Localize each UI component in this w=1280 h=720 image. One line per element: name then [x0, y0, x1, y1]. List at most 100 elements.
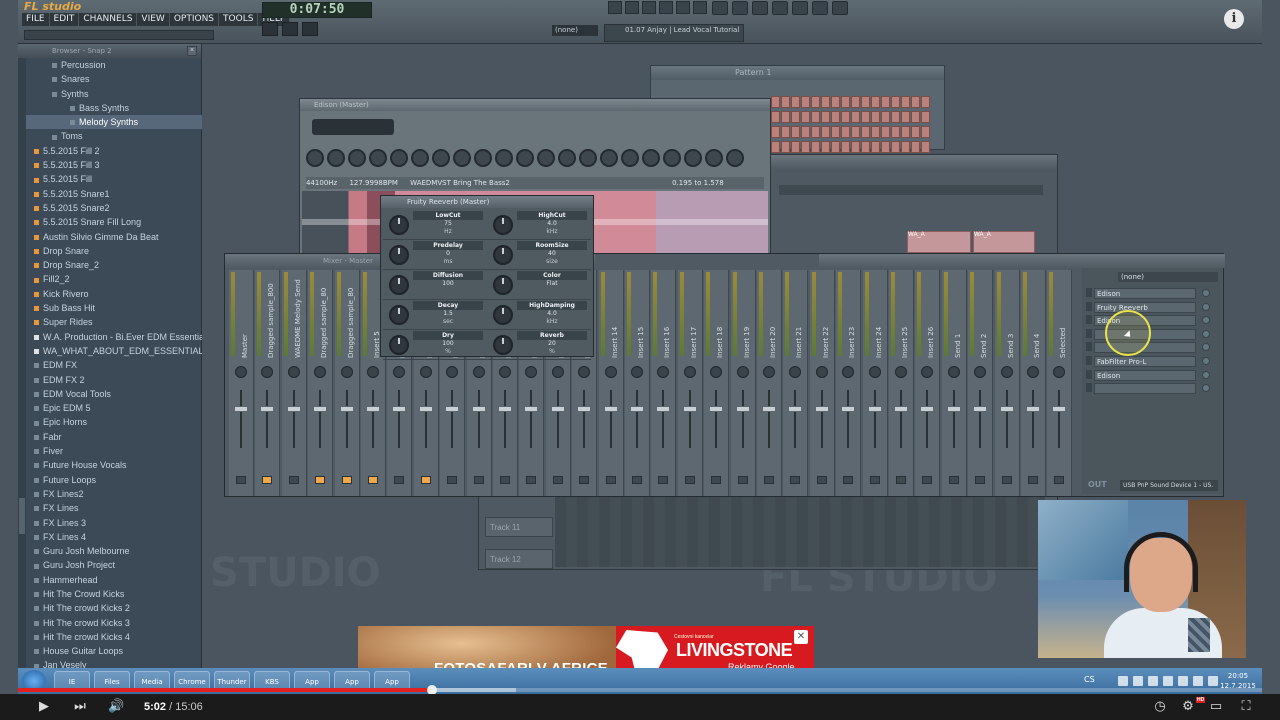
scroll-thumb[interactable] [19, 498, 25, 534]
browser-item[interactable]: Hit The crowd Kicks 3 [26, 616, 202, 630]
step-button[interactable] [851, 141, 860, 153]
volume-fader-track[interactable] [504, 390, 506, 448]
browser-item[interactable]: Future Loops [26, 473, 202, 487]
step-button[interactable] [831, 126, 840, 138]
browser-item[interactable]: EDM FX 2 [26, 373, 202, 387]
step-button[interactable] [861, 111, 870, 123]
browser-item[interactable]: Epic EDM 5 [26, 401, 202, 415]
pan-knob[interactable] [842, 366, 854, 378]
track-header[interactable]: Track 12 [485, 549, 553, 569]
mixer-strip[interactable]: Master [229, 270, 254, 496]
mixer-strip[interactable]: Selected [1047, 270, 1072, 496]
edison-tool-icon[interactable] [600, 149, 618, 167]
pan-knob[interactable] [974, 366, 986, 378]
route-button[interactable] [922, 476, 932, 484]
volume-fader-track[interactable] [636, 390, 638, 448]
insert-slot[interactable]: FabFilter Pro-L [1094, 356, 1196, 367]
step-button[interactable] [921, 126, 930, 138]
mixer-input-select[interactable]: (none) [1118, 272, 1218, 282]
insert-slot[interactable]: Edison [1094, 288, 1196, 299]
step-button[interactable] [871, 141, 880, 153]
tool-icon[interactable] [676, 1, 690, 14]
step-button[interactable] [811, 141, 820, 153]
route-button[interactable] [606, 476, 616, 484]
volume-fader-track[interactable] [557, 390, 559, 448]
mixer-strip[interactable]: Send 2 [968, 270, 993, 496]
volume-fader[interactable] [736, 406, 750, 412]
route-button[interactable] [738, 476, 748, 484]
volume-fader[interactable] [445, 406, 459, 412]
window-icon[interactable] [712, 1, 728, 15]
step-button[interactable] [831, 141, 840, 153]
mixer-strip[interactable]: Insert 19 [731, 270, 756, 496]
menu-options[interactable]: OPTIONS [169, 13, 220, 26]
step-button[interactable] [771, 141, 780, 153]
volume-fader-track[interactable] [900, 390, 902, 448]
step-button[interactable] [831, 96, 840, 108]
route-button[interactable] [315, 476, 325, 484]
volume-fader-track[interactable] [847, 390, 849, 448]
step-button[interactable] [771, 111, 780, 123]
volume-fader[interactable] [709, 406, 723, 412]
browser-item[interactable]: Snares [26, 72, 202, 86]
mixer-strip[interactable]: Insert 23 [836, 270, 861, 496]
knob-icon[interactable] [389, 275, 409, 295]
edison-transport[interactable] [312, 119, 394, 135]
step-button[interactable] [851, 96, 860, 108]
info-icon[interactable]: i [1224, 9, 1244, 29]
step-button[interactable] [881, 96, 890, 108]
volume-fader[interactable] [815, 406, 829, 412]
pan-knob[interactable] [948, 366, 960, 378]
next-icon[interactable]: ⏭ [72, 699, 88, 715]
step-button[interactable] [861, 141, 870, 153]
volume-fader-track[interactable] [1058, 390, 1060, 448]
slot-enable-led[interactable] [1202, 289, 1210, 297]
step-button[interactable] [891, 96, 900, 108]
route-button[interactable] [500, 476, 510, 484]
browser-item[interactable]: FX Lines2 [26, 487, 202, 501]
pan-knob[interactable] [499, 366, 511, 378]
volume-fader[interactable] [630, 406, 644, 412]
volume-fader-track[interactable] [874, 390, 876, 448]
browser-item[interactable]: Drop Snare [26, 244, 202, 258]
step-button[interactable] [901, 96, 910, 108]
tool-icon[interactable] [659, 1, 673, 14]
pan-knob[interactable] [261, 366, 273, 378]
browser-item[interactable]: 5.5.2015 Snare2 [26, 201, 202, 215]
volume-fader-track[interactable] [662, 390, 664, 448]
route-button[interactable] [790, 476, 800, 484]
menu-tools[interactable]: TOOLS [219, 13, 259, 26]
volume-fader[interactable] [1026, 406, 1040, 412]
browser-item[interactable]: Kick Rivero [26, 287, 202, 301]
step-button[interactable] [921, 96, 930, 108]
step-button[interactable] [881, 141, 890, 153]
route-button[interactable] [526, 476, 536, 484]
pan-knob[interactable] [473, 366, 485, 378]
mixer-strip[interactable]: Insert 18 [704, 270, 729, 496]
pan-knob[interactable] [1053, 366, 1065, 378]
knob-icon[interactable] [493, 335, 513, 355]
pan-knob[interactable] [869, 366, 881, 378]
volume-fader-track[interactable] [742, 390, 744, 448]
browser-item[interactable]: Epic Horns [26, 415, 202, 429]
route-button[interactable] [236, 476, 246, 484]
step-button[interactable] [781, 126, 790, 138]
pan-knob[interactable] [525, 366, 537, 378]
route-button[interactable] [579, 476, 589, 484]
close-icon[interactable]: ✕ [794, 630, 808, 644]
watch-later-icon[interactable]: ◷ [1152, 699, 1168, 715]
route-button[interactable] [896, 476, 906, 484]
browser-item[interactable]: EDM FX [26, 358, 202, 372]
step-button[interactable] [771, 96, 780, 108]
volume-fader[interactable] [392, 406, 406, 412]
step-button[interactable] [811, 126, 820, 138]
pan-knob[interactable] [710, 366, 722, 378]
browser-item[interactable]: Guru Josh Melbourne [26, 544, 202, 558]
tray-icon[interactable] [1178, 676, 1188, 686]
route-button[interactable] [1002, 476, 1012, 484]
mixer-strip[interactable]: Dragged sample_80 [335, 270, 360, 496]
volume-fader-track[interactable] [240, 390, 242, 448]
volume-fader[interactable] [973, 406, 987, 412]
volume-fader[interactable] [920, 406, 934, 412]
browser-item[interactable]: 5.5.2015 Snare Fill Long [26, 215, 202, 229]
